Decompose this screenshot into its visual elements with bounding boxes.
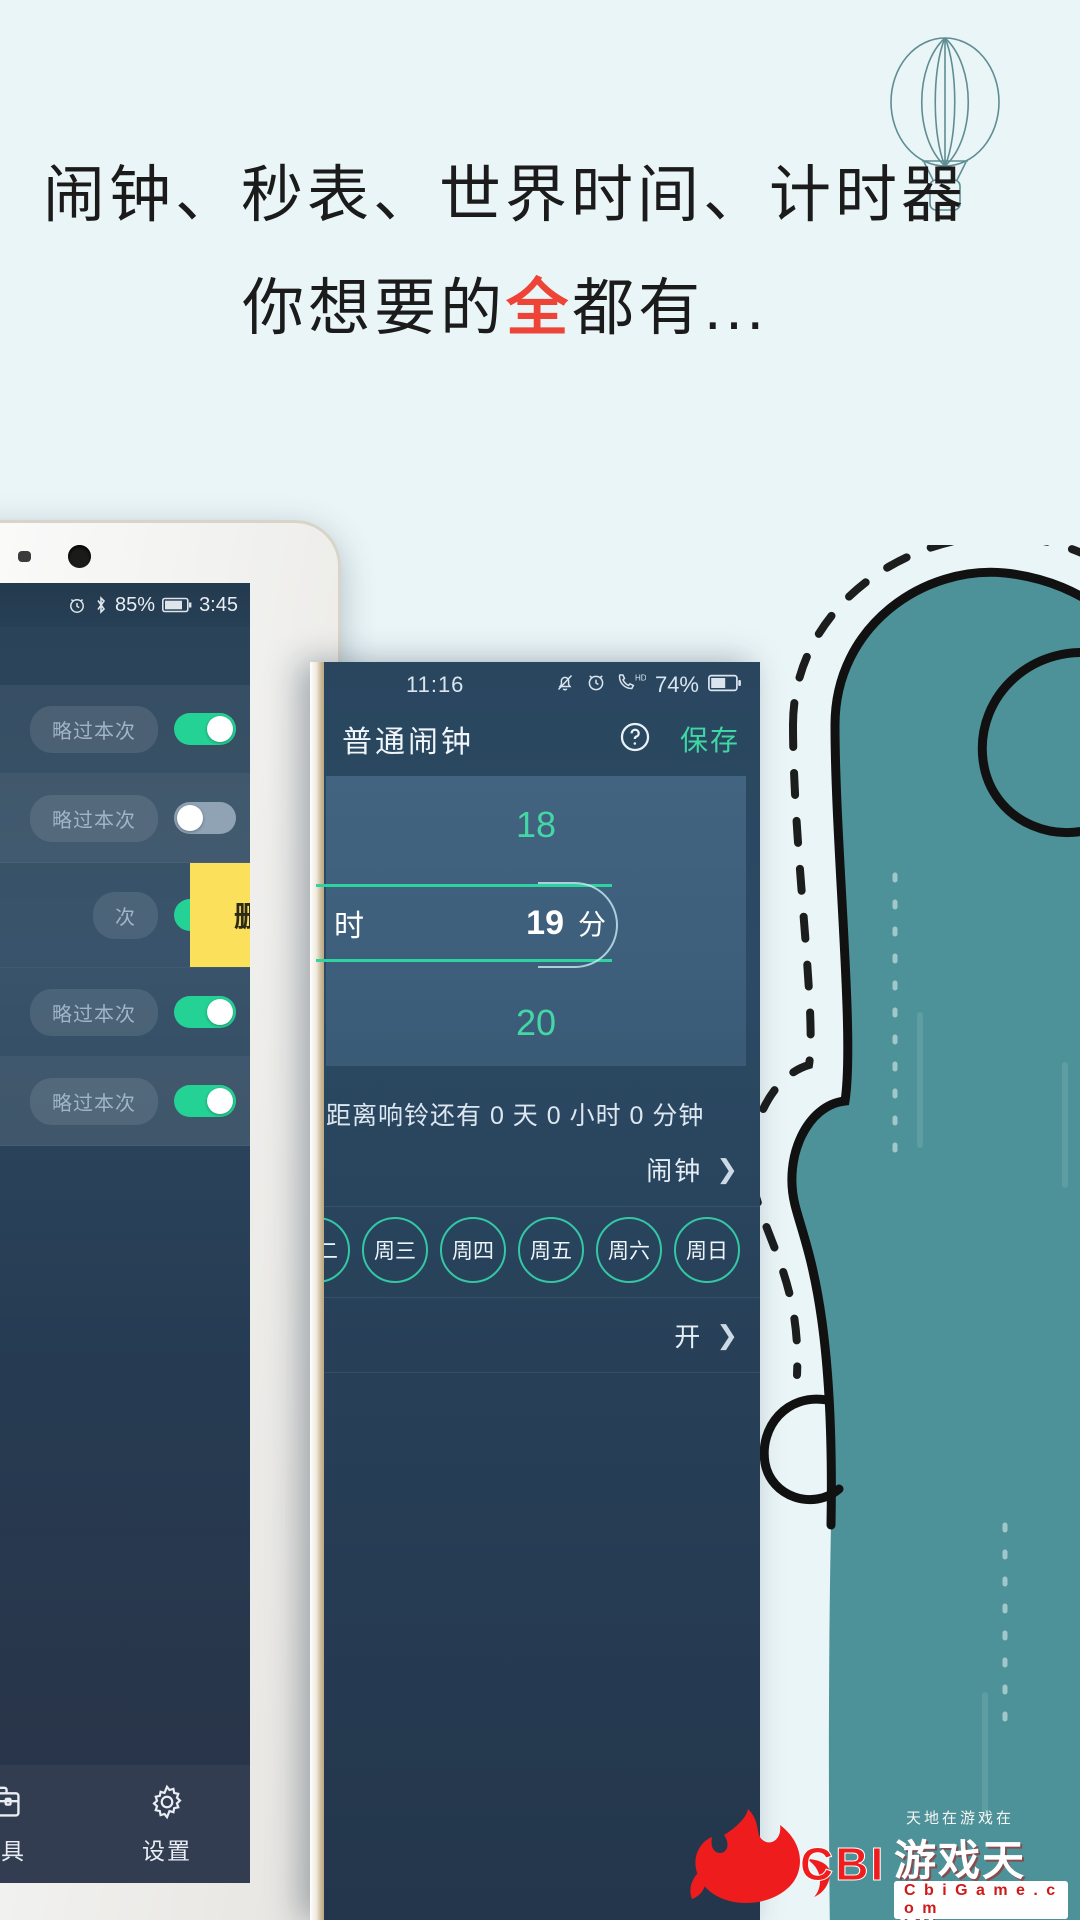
weekday-chip[interactable]: 周六 [596,1217,662,1283]
alarm-list-item[interactable]: 略过本次 [0,774,250,863]
right-app-bar: 普通闹钟 保存 [310,708,760,770]
alarm-list-item-swiped[interactable]: 次 删除 [0,863,250,968]
skip-once-button[interactable]: 略过本次 [30,794,158,842]
time-picker[interactable]: 18 时 19 分 20 [316,776,746,1066]
save-button[interactable]: 保存 [680,719,740,759]
countdown-text: 距离响铃还有 0 天 0 小时 0 分钟 [326,1102,705,1130]
watermark-tagline: 天地在游戏在 [906,1810,1015,1827]
status-clock: 11:16 [406,672,465,697]
picker-minute-value[interactable]: 19 [526,904,564,943]
tab-tools[interactable]: 工具 [0,1783,84,1866]
gear-icon [146,1783,188,1826]
battery-percent-label: 74% [654,672,699,697]
battery-icon [162,597,192,613]
alarm-list-item[interactable]: 略过本次 [0,685,250,774]
left-phone-bezel [0,523,338,585]
alarm-icon [585,671,607,699]
bottom-tab-bar: 工具 设置 [0,1765,250,1883]
picker-minute-unit: 分 [577,909,606,940]
weekday-chip[interactable]: 周日 [674,1217,740,1283]
alarm-list: 略过本次 略过本次 次 删除 略过本次 略过本次 [0,685,250,1146]
right-status-bar: 11:16 HD 74% [310,662,760,708]
headline-line-1: 闹钟、秒表、世界时间、计时器 [42,161,967,230]
skip-once-button[interactable]: 次 [93,891,158,939]
chevron-right-icon: ❯ [716,1319,738,1350]
status-clock: 3:45 [199,593,238,616]
chevron-right-icon: ❯ [716,1153,738,1184]
delete-button[interactable]: 删除 [190,863,250,967]
alarm-list-item[interactable]: 略过本次 [0,1057,250,1146]
site-watermark: 天地在游戏在 CBI 游戏天地 C b i G a m e . c o m [688,1795,1068,1920]
battery-icon [708,672,742,698]
picker-hour-unit: 时 [334,910,364,943]
ringtone-row[interactable]: 闹钟 ❯ [310,1132,760,1206]
app-bar-title: 普通闹钟 [342,726,474,759]
briefcase-icon [0,1783,22,1826]
left-phone-screen: 85% 3:45 钟 略过本次 略过本次 [0,583,250,1883]
alarm-icon [67,595,87,615]
watermark-url: C b i G a m e . c o m [894,1881,1068,1919]
divider [310,1372,760,1373]
device-brand-logo: WEI [0,1893,260,1920]
weekday-selector[interactable]: 周二 周三 周四 周五 周六 周日 [310,1207,760,1298]
tab-settings-label: 设置 [142,1837,192,1864]
alarm-list-item[interactable]: 略过本次 [0,968,250,1057]
bell-muted-icon [554,671,576,699]
left-status-bar: 85% 3:45 [0,583,250,627]
picker-next-minute[interactable]: 20 [326,1002,746,1044]
headline-highlight: 全 [506,274,573,344]
skip-once-button[interactable]: 略过本次 [30,1077,158,1125]
switch-value: 开 [674,1321,703,1352]
picker-prev-minute[interactable]: 18 [326,804,746,846]
headline-line2-post: 都有... [572,274,768,344]
tab-settings[interactable]: 设置 [84,1783,250,1866]
teal-wave-blob [735,545,1080,1920]
weekday-chip[interactable]: 周四 [440,1217,506,1283]
alarm-toggle[interactable] [174,713,236,745]
headline-line2-pre: 你想要的 [242,274,507,344]
proximity-sensor [18,551,31,562]
watermark-brand-en: CBI [799,1838,886,1891]
weekday-chip[interactable]: 周三 [362,1217,428,1283]
switch-row[interactable]: 开 ❯ [310,1298,760,1372]
weekday-chip[interactable]: 周五 [518,1217,584,1283]
skip-once-button[interactable]: 略过本次 [30,705,158,753]
left-page-title: 钟 [0,627,250,685]
right-phone-screenshot: 11:16 HD 74% 普通闹钟 保存 18 时 19 分 20 距离响铃还有… [310,662,760,1920]
alarm-toggle[interactable] [174,996,236,1028]
page-root: 闹钟、秒表、世界时间、计时器 你想要的全都有... 85% 3:45 略过本次 … [0,0,1080,1920]
help-circle-icon[interactable] [618,720,652,759]
ringtone-value: 闹钟 [646,1155,703,1186]
call-hd-icon: HD [616,671,647,699]
picker-selection: 时 19 分 [316,882,618,968]
alarm-toggle[interactable] [174,1085,236,1117]
battery-percent-label: 85% [115,593,156,616]
alarm-toggle[interactable] [174,802,236,834]
tab-tools-label: 工具 [0,1837,26,1864]
svg-text:HD: HD [635,674,646,683]
front-camera [68,545,91,568]
right-phone-edge [310,662,324,1920]
bluetooth-icon [94,595,108,615]
left-phone-device: 85% 3:45 钟 略过本次 略过本次 [0,520,341,1920]
headline-line-2: 你想要的全都有... [0,273,1010,344]
skip-once-button[interactable]: 略过本次 [30,988,158,1036]
headline: 闹钟、秒表、世界时间、计时器 你想要的全都有... [0,160,1010,345]
